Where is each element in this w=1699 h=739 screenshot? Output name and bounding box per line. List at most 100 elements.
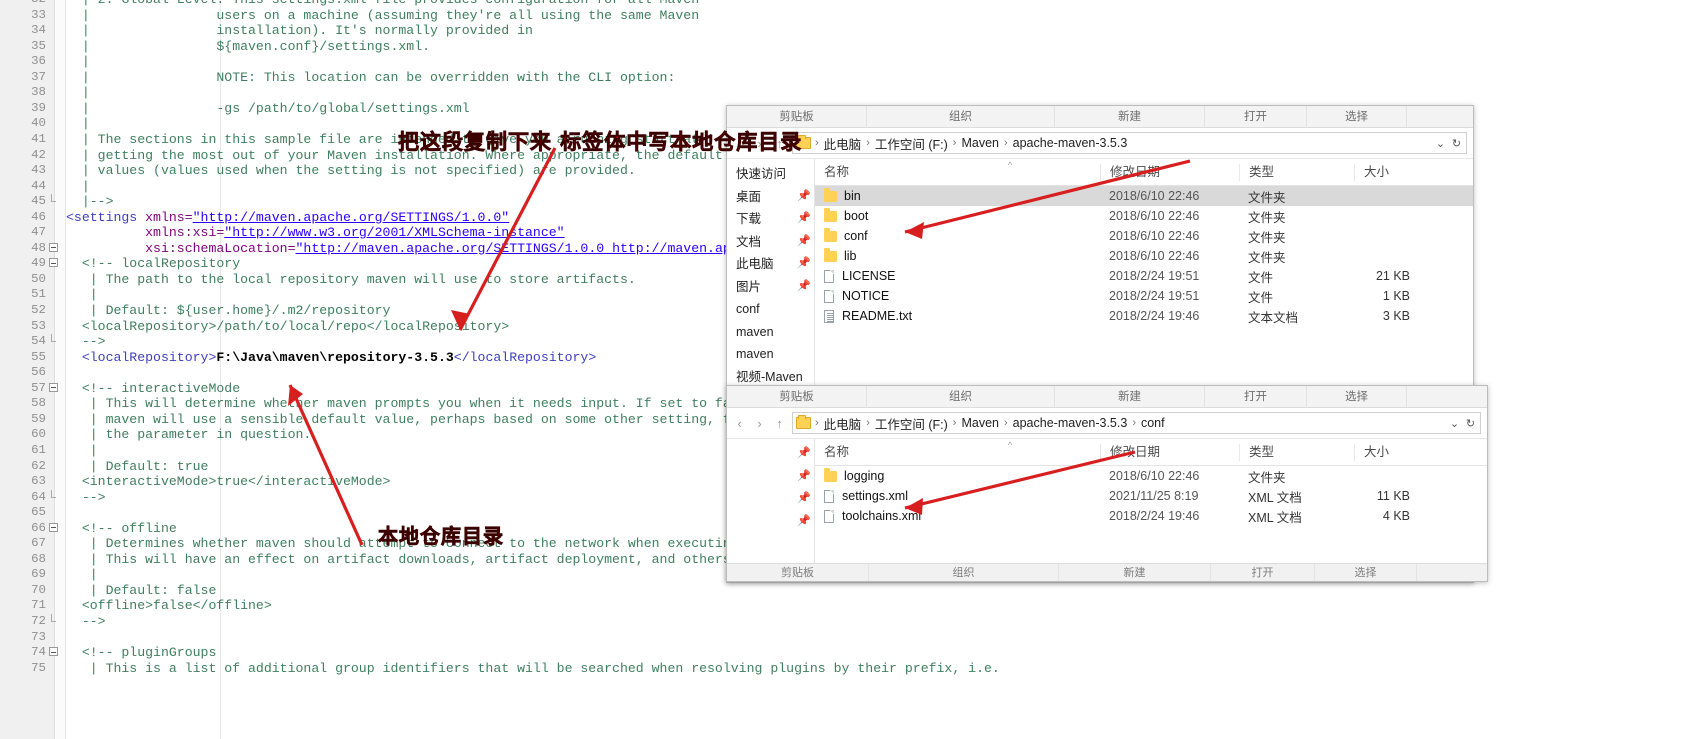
ribbon-tab-2[interactable]: 新建 xyxy=(1055,106,1205,128)
table-row[interactable]: bin 2018/6/10 22:46 文件夹 xyxy=(815,186,1473,206)
code-line[interactable]: 73 xyxy=(0,630,1699,646)
breadcrumb-item-3[interactable]: apache-maven-3.5.3 xyxy=(1010,416,1131,430)
code-line[interactable]: 38 | xyxy=(0,85,1699,101)
breadcrumb-item-2[interactable]: Maven xyxy=(958,416,1002,430)
sidebar-item-6[interactable]: conf xyxy=(727,298,814,321)
path-breadcrumb-box-1[interactable]: › 此电脑 › 工作空间 (F:) › Maven › apache-maven-3.5.3… xyxy=(792,132,1467,154)
ribbon-tab-2[interactable]: 新建 xyxy=(1055,386,1205,408)
refresh-icon[interactable]: ↻ xyxy=(1449,137,1464,150)
table-row[interactable]: logging 2018/6/10 22:46 文件夹 xyxy=(815,466,1487,486)
column-headers-1[interactable]: 名称 修改日期 类型 大小 ^ xyxy=(815,159,1473,186)
table-row[interactable]: conf 2018/6/10 22:46 文件夹 xyxy=(815,226,1473,246)
pin-icon[interactable]: 📌 xyxy=(797,470,811,482)
navigation-sidebar-2[interactable]: 📌 📌 📌 📌 xyxy=(727,439,815,581)
ribbon-tabs-bar-2-bottom[interactable]: 剪贴板 组织 新建 打开 选择 xyxy=(727,563,1487,581)
column-header-type[interactable]: 类型 xyxy=(1239,163,1354,181)
table-row[interactable]: LICENSE 2018/2/24 19:51 文件 21 KB xyxy=(815,266,1473,286)
sidebar-pin-row-0[interactable]: 📌 xyxy=(727,443,814,466)
sidebar-pin-row-3[interactable]: 📌 xyxy=(727,511,814,534)
path-controls-2[interactable]: ⌄ ↻ xyxy=(1447,417,1478,430)
column-header-size[interactable]: 大小 xyxy=(1354,163,1424,181)
ribbon-tab-2[interactable]: 新建 xyxy=(1059,563,1211,581)
ribbon-tab-3[interactable]: 打开 xyxy=(1211,563,1315,581)
file-explorer-window-conf[interactable]: 剪贴板 组织 新建 打开 选择 ‹ › ↑ › 此电脑 › 工作空间 (F:) › Maven ›… xyxy=(726,385,1488,582)
code-line[interactable]: 34 | installation). It's normally provid… xyxy=(0,23,1699,39)
breadcrumb-item-2[interactable]: Maven xyxy=(958,136,1002,150)
refresh-icon[interactable]: ↻ xyxy=(1463,417,1478,430)
column-header-date[interactable]: 修改日期 xyxy=(1100,163,1239,181)
breadcrumb-item-0[interactable]: 此电脑 xyxy=(821,134,865,153)
code-line[interactable]: 36 | xyxy=(0,54,1699,70)
ribbon-tabs-bar-2[interactable]: 剪贴板 组织 新建 打开 选择 xyxy=(727,386,1487,408)
column-headers-2[interactable]: 名称 修改日期 类型 大小 ^ xyxy=(815,439,1487,466)
ribbon-tab-1[interactable]: 组织 xyxy=(867,386,1055,408)
ribbon-tab-0[interactable]: 剪贴板 xyxy=(727,106,867,128)
sidebar-item-3[interactable]: 文档 📌 xyxy=(727,231,814,254)
column-header-type[interactable]: 类型 xyxy=(1239,443,1354,461)
pin-icon[interactable]: 📌 xyxy=(797,493,811,504)
fold-toggle-icon[interactable] xyxy=(47,242,59,254)
address-bar-1[interactable]: ‹ › ↑ › 此电脑 › 工作空间 (F:) › Maven › apache-maven… xyxy=(727,128,1473,159)
ribbon-tab-3[interactable]: 打开 xyxy=(1205,386,1307,408)
pin-icon[interactable]: 📌 xyxy=(797,235,811,247)
path-breadcrumb-box-2[interactable]: › 此电脑 › 工作空间 (F:) › Maven › apache-maven-3.5.3… xyxy=(792,412,1481,434)
sidebar-item-1[interactable]: 桌面 📌 xyxy=(727,186,814,209)
table-row[interactable]: settings.xml 2021/11/25 8:19 XML 文档 11 KB xyxy=(815,486,1487,506)
navigation-buttons-2[interactable]: ‹ › ↑ xyxy=(733,416,786,431)
ribbon-tab-1[interactable]: 组织 xyxy=(869,563,1059,581)
sidebar-item-0[interactable]: 快速访问 xyxy=(727,163,814,186)
pin-icon[interactable]: 📌 xyxy=(797,280,811,292)
ribbon-tab-4[interactable]: 选择 xyxy=(1315,563,1417,581)
code-line[interactable]: 75 | This is a list of additional group … xyxy=(0,661,1699,677)
breadcrumb-item-1[interactable]: 工作空间 (F:) xyxy=(872,134,951,153)
chevron-down-icon[interactable]: ⌄ xyxy=(1433,137,1448,150)
code-line[interactable]: 72 --> xyxy=(0,614,1699,630)
code-line[interactable]: 70 | Default: false xyxy=(0,583,1699,599)
ribbon-tabs-bar-1[interactable]: 剪贴板 组织 新建 打开 选择 xyxy=(727,106,1473,128)
code-line[interactable]: 33 | users on a machine (assuming they'r… xyxy=(0,8,1699,24)
breadcrumb-item-1[interactable]: 工作空间 (F:) xyxy=(872,414,951,433)
pin-icon[interactable]: 📌 xyxy=(797,213,811,224)
code-line[interactable]: 71 <offline>false</offline> xyxy=(0,598,1699,614)
column-header-name[interactable]: 名称 xyxy=(815,164,1100,181)
breadcrumb-item-0[interactable]: 此电脑 xyxy=(821,414,865,433)
path-controls-1[interactable]: ⌄ ↻ xyxy=(1433,137,1464,150)
pin-icon[interactable]: 📌 xyxy=(797,515,811,527)
forward-icon[interactable]: › xyxy=(753,416,766,431)
fold-toggle-icon[interactable] xyxy=(47,382,59,394)
sidebar-item-4[interactable]: 此电脑 📌 xyxy=(727,253,814,276)
up-icon[interactable]: ↑ xyxy=(773,416,786,431)
table-row[interactable]: lib 2018/6/10 22:46 文件夹 xyxy=(815,246,1473,266)
ribbon-tab-4[interactable]: 选择 xyxy=(1307,106,1407,128)
breadcrumb-item-3[interactable]: apache-maven-3.5.3 xyxy=(1010,136,1131,150)
table-row[interactable]: boot 2018/6/10 22:46 文件夹 xyxy=(815,206,1473,226)
table-row[interactable]: NOTICE 2018/2/24 19:51 文件 1 KB xyxy=(815,286,1473,306)
table-row[interactable]: README.txt 2018/2/24 19:46 文本文档 3 KB xyxy=(815,306,1473,326)
ribbon-tab-1[interactable]: 组织 xyxy=(867,106,1055,128)
sidebar-item-8[interactable]: maven xyxy=(727,343,814,366)
column-header-date[interactable]: 修改日期 xyxy=(1100,443,1239,461)
fold-toggle-icon[interactable] xyxy=(47,522,59,534)
file-list-pane-2[interactable]: 名称 修改日期 类型 大小 ^ logging 2018/6/10 22:46 文件… xyxy=(815,439,1487,581)
breadcrumb-item-4[interactable]: conf xyxy=(1138,416,1168,430)
ribbon-tab-3[interactable]: 打开 xyxy=(1205,106,1307,128)
column-header-size[interactable]: 大小 xyxy=(1354,443,1424,461)
code-line[interactable]: 35 | ${maven.conf}/settings.xml. xyxy=(0,39,1699,55)
sidebar-item-2[interactable]: 下载 📌 xyxy=(727,208,814,231)
fold-toggle-icon[interactable] xyxy=(47,647,59,658)
sidebar-pin-row-1[interactable]: 📌 xyxy=(727,466,814,489)
ribbon-tab-0[interactable]: 剪贴板 xyxy=(727,386,867,408)
column-header-name[interactable]: 名称 xyxy=(815,444,1100,461)
table-row[interactable]: toolchains.xml 2018/2/24 19:46 XML 文档 4 KB xyxy=(815,506,1487,526)
fold-toggle-icon[interactable] xyxy=(47,258,59,269)
pin-icon[interactable]: 📌 xyxy=(797,448,811,459)
code-line[interactable]: 37 | NOTE: This location can be overridd… xyxy=(0,70,1699,86)
sidebar-item-7[interactable]: maven xyxy=(727,321,814,344)
ribbon-tab-4[interactable]: 选择 xyxy=(1307,386,1407,408)
ribbon-tab-0[interactable]: 剪贴板 xyxy=(727,563,869,581)
pin-icon[interactable]: 📌 xyxy=(797,190,811,202)
chevron-down-icon[interactable]: ⌄ xyxy=(1447,417,1462,430)
pin-icon[interactable]: 📌 xyxy=(797,258,811,269)
code-line[interactable]: 32 | 2. Global Level. This settings.xml … xyxy=(0,0,1699,8)
back-icon[interactable]: ‹ xyxy=(733,416,746,431)
